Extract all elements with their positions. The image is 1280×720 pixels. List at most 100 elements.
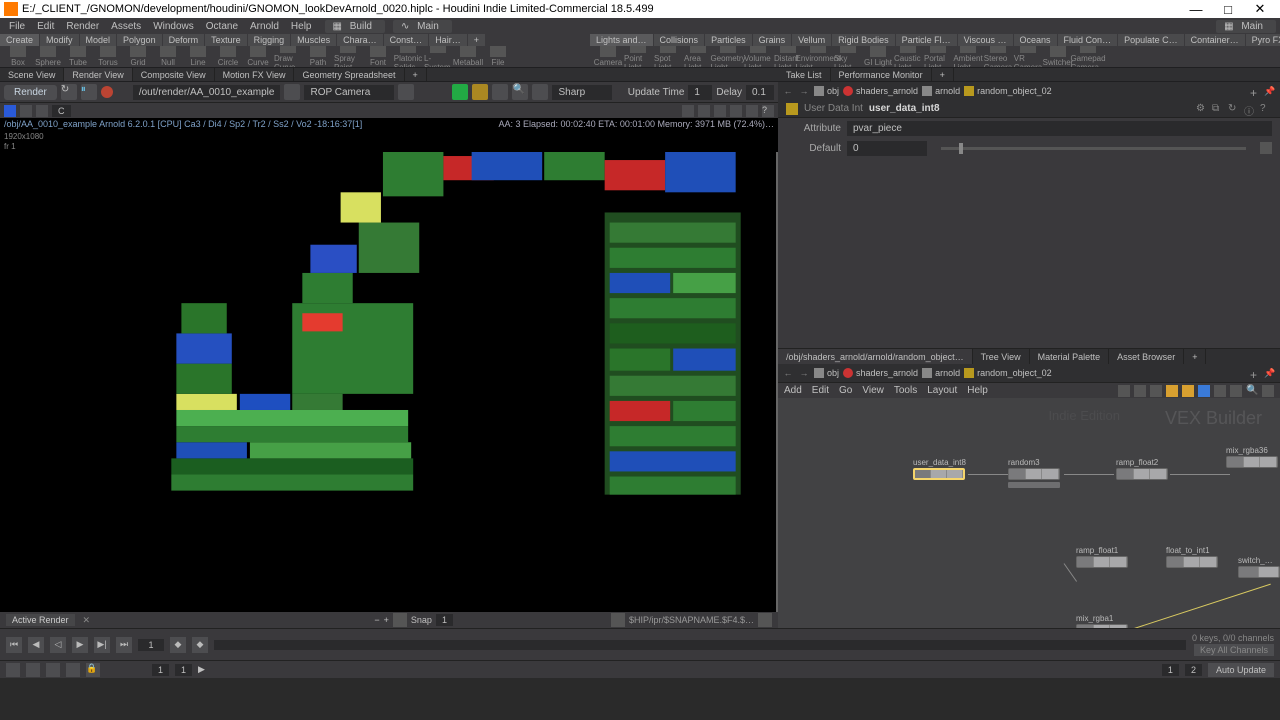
save-path[interactable]: $HIP/ipr/$SNAPNAME.$F4.$… (629, 615, 754, 625)
vb4[interactable] (730, 105, 742, 117)
desktop-main-right[interactable]: ▦ Main (1216, 20, 1276, 33)
node-name[interactable]: user_data_int8 (869, 103, 940, 114)
pane-tab[interactable]: Render View (64, 68, 132, 81)
ni7[interactable] (1214, 385, 1226, 397)
shelf-tab[interactable]: Populate C… (1118, 34, 1184, 46)
nm-tools[interactable]: Tools (894, 385, 917, 396)
region-icon[interactable] (472, 84, 488, 100)
shelf-tab[interactable]: Particle Fl… (896, 34, 957, 46)
nav-pin-icon[interactable]: 📌 (1264, 86, 1276, 97)
bs3[interactable] (46, 663, 60, 677)
pane-tab[interactable]: Scene View (0, 68, 64, 81)
shelf-tab[interactable]: Create (0, 34, 39, 46)
frame-b[interactable]: 2 (1185, 664, 1202, 676)
info-icon[interactable]: ⓘ (1244, 103, 1256, 115)
key-all-button[interactable]: Key All Channels (1194, 644, 1274, 656)
def-field[interactable]: 0 (847, 141, 927, 156)
node-mix-rgba1[interactable]: mix_rgba1 (1076, 614, 1128, 628)
c-input[interactable]: C (52, 105, 71, 117)
camera-combo[interactable]: ROP Camera (304, 85, 394, 100)
nnav-add-icon[interactable]: + (1250, 368, 1260, 378)
render-viewport[interactable] (0, 152, 778, 612)
render-status[interactable]: Active Render (6, 614, 75, 626)
ni1[interactable] (1118, 385, 1130, 397)
seg-obj[interactable]: obj (827, 86, 839, 96)
pane-tab[interactable]: + (932, 68, 954, 81)
ipr-refresh-icon[interactable]: ↻ (61, 84, 77, 100)
node-random[interactable]: random3 (1008, 458, 1060, 488)
camera-chooser-icon[interactable] (398, 84, 414, 100)
shelf-tool[interactable]: Font (364, 46, 392, 67)
menu-render[interactable]: Render (61, 21, 104, 32)
seg-arnold[interactable]: arnold (935, 86, 960, 96)
ipr-stop-icon[interactable] (101, 86, 113, 98)
shelf-tab[interactable]: Pyro FX (1246, 34, 1280, 46)
nnav-back-icon[interactable]: ← (782, 368, 794, 378)
shelf-tool[interactable]: Circle (214, 46, 242, 67)
denoise-icon[interactable] (532, 84, 548, 100)
menu-help[interactable]: Help (286, 21, 317, 32)
alpha-icon[interactable] (20, 105, 32, 117)
ipr-pause-icon[interactable]: ⏸ (81, 84, 97, 100)
pane-tab[interactable]: + (405, 68, 427, 81)
shelf-tool[interactable]: Ambient Light (954, 46, 982, 67)
shelf-tab[interactable]: Hair… (429, 34, 467, 46)
reload-icon[interactable]: ↻ (1228, 103, 1240, 115)
nm-layout[interactable]: Layout (927, 385, 957, 396)
close-button[interactable]: ✕ (1244, 1, 1276, 17)
pane-tab[interactable]: Performance Monitor (831, 68, 932, 81)
bs4[interactable] (66, 663, 80, 677)
status-close-icon[interactable]: ✕ (83, 615, 91, 626)
preview-icon[interactable] (452, 84, 468, 100)
range-end[interactable]: 1 (175, 664, 192, 676)
shelf-tool[interactable]: Volume Light (744, 46, 772, 67)
key-next-icon[interactable]: ◆ (192, 637, 208, 653)
shelf-tool[interactable]: Portal Light (924, 46, 952, 67)
seg-rand[interactable]: random_object_02 (977, 86, 1052, 96)
shelf-tool[interactable]: Sphere (34, 46, 62, 67)
shelf-tool[interactable]: Grid (124, 46, 152, 67)
node-float-to-int[interactable]: float_to_int1 (1166, 546, 1218, 568)
prev-frame-icon[interactable]: ◀ (28, 637, 44, 653)
zoom-icon[interactable]: 🔍 (512, 84, 528, 100)
nseg-rand[interactable]: random_object_02 (977, 368, 1052, 378)
ni9[interactable] (1262, 385, 1274, 397)
nm-add[interactable]: Add (784, 385, 802, 396)
network-tab[interactable]: Material Palette (1030, 349, 1110, 364)
snapshot-icon[interactable] (393, 613, 407, 627)
shelf-tool[interactable]: Switcher (1044, 46, 1072, 67)
shelf-tab[interactable]: + (468, 34, 485, 46)
network-tab[interactable]: Tree View (973, 349, 1030, 364)
pane-tab[interactable]: Take List (778, 68, 831, 81)
shelf-tab[interactable]: Const… (384, 34, 429, 46)
attr-field[interactable]: pvar_piece (847, 121, 1272, 136)
network-tab[interactable]: /obj/shaders_arnold/arnold/random_object… (778, 349, 973, 364)
shelf-tool[interactable]: Null (154, 46, 182, 67)
shelf-tab[interactable]: Container… (1185, 34, 1245, 46)
slider-handle[interactable] (959, 143, 963, 154)
help2-icon[interactable]: ? (1260, 103, 1272, 115)
menu-octane[interactable]: Octane (201, 21, 243, 32)
filter-combo[interactable]: Sharp (552, 85, 612, 100)
last-frame-icon[interactable]: ⏭ (116, 637, 132, 653)
bracket-icon[interactable]: ⧉ (1212, 103, 1224, 115)
nm-edit[interactable]: Edit (812, 385, 829, 396)
shelf-tab[interactable]: Polygon (117, 34, 162, 46)
ni8[interactable] (1230, 385, 1242, 397)
shelf-tool[interactable]: Stereo Camera (984, 46, 1012, 67)
menu-edit[interactable]: Edit (32, 21, 59, 32)
rop-chooser-icon[interactable] (284, 84, 300, 100)
frame-a[interactable]: 1 (1162, 664, 1179, 676)
node-mix-rgba36[interactable]: mix_rgba36 (1226, 446, 1278, 468)
rop-path[interactable]: /out/render/AA_0010_example (133, 85, 281, 100)
node-ramp-float1[interactable]: ramp_float1 (1076, 546, 1128, 568)
shelf-tool[interactable]: Tube (64, 46, 92, 67)
shelf-tab[interactable]: Collisions (654, 34, 705, 46)
nseg-obj[interactable]: obj (827, 368, 839, 378)
save-icon[interactable] (611, 613, 625, 627)
shelf-tool[interactable]: Area Light (684, 46, 712, 67)
menu-windows[interactable]: Windows (148, 21, 199, 32)
shelf-tab[interactable]: Vellum (792, 34, 831, 46)
node-ramp-float2[interactable]: ramp_float2 (1116, 458, 1168, 480)
shelf-tab[interactable]: Viscous … (958, 34, 1013, 46)
